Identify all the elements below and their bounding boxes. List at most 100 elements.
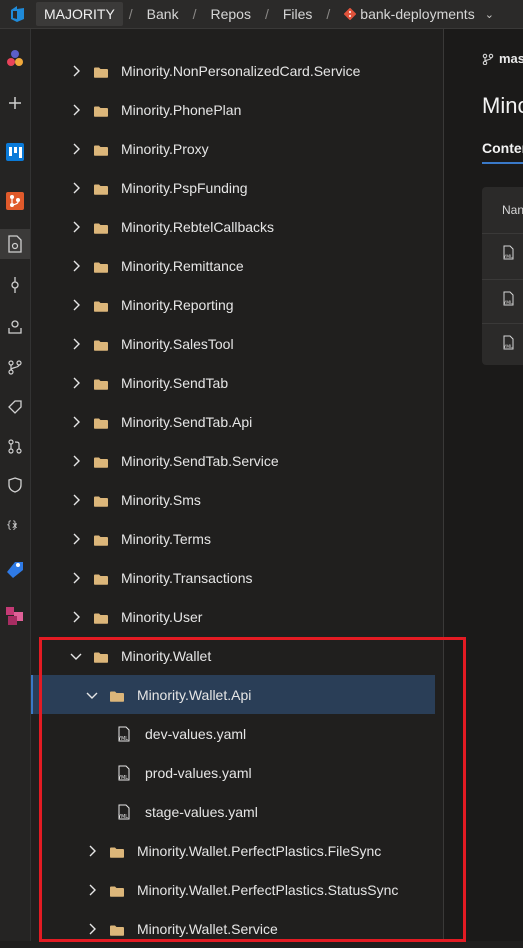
tree-folder-item[interactable]: Minority.NonPersonalizedCard.Service (31, 51, 435, 90)
azure-devops-logo-icon[interactable] (0, 0, 36, 28)
tab-underline (482, 162, 523, 164)
pipelines-icon[interactable] (0, 553, 30, 583)
repos-icon[interactable] (0, 186, 30, 216)
breadcrumb-organization[interactable]: MAJORITY (36, 2, 123, 26)
folder-icon (94, 611, 108, 624)
tree-folder-item[interactable]: Minority.Wallet (31, 636, 435, 675)
tree-folder-item[interactable]: Minority.Wallet.Service (31, 909, 435, 948)
tree-item-label: Minority.Wallet (121, 647, 212, 664)
tree-item-label: Minority.PspFunding (121, 179, 248, 196)
pull-requests-icon[interactable] (0, 431, 30, 461)
folder-icon (110, 884, 124, 897)
svg-text:YML: YML (117, 814, 128, 820)
yaml-file-icon: YML (503, 291, 514, 306)
chevron-right-icon[interactable] (69, 572, 83, 584)
page-title: Minc (482, 93, 523, 118)
tree-folder-item[interactable]: Minority.Sms (31, 480, 435, 519)
tree-item-label: Minority.Transactions (121, 569, 253, 586)
repo-selector[interactable]: bank-deployments ⌄ (336, 6, 502, 22)
chevron-right-icon[interactable] (69, 299, 83, 311)
project-avatar-icon[interactable] (0, 43, 30, 73)
folder-icon (94, 104, 108, 117)
yaml-file-icon: YML (503, 245, 514, 260)
tree-folder-item[interactable]: Minority.Wallet.Api (31, 675, 435, 714)
pushes-icon[interactable] (0, 311, 30, 341)
chevron-right-icon[interactable] (69, 611, 83, 623)
tree-file-item[interactable]: YML dev-values.yaml (31, 714, 435, 753)
tree-item-label: Minority.Wallet.Api (137, 686, 252, 703)
chevron-right-icon[interactable] (69, 494, 83, 506)
tree-item-label: Minority.Wallet.PerfectPlastics.StatusSy… (137, 881, 399, 898)
branches-icon[interactable] (0, 352, 30, 382)
artifacts-icon[interactable] (0, 601, 30, 631)
files-icon[interactable] (0, 229, 30, 259)
table-row[interactable]: YML (482, 279, 523, 318)
chevron-right-icon[interactable] (69, 143, 83, 155)
top-bar: MAJORITY / Bank / Repos / Files / bank-d… (0, 0, 523, 29)
tree-folder-item[interactable]: Minority.Terms (31, 519, 435, 558)
chevron-right-icon[interactable] (69, 65, 83, 77)
tree-folder-item[interactable]: Minority.PspFunding (31, 168, 435, 207)
repo-name: bank-deployments (360, 6, 475, 22)
tree-item-label: Minority.SendTab.Service (121, 452, 279, 469)
breadcrumb-page[interactable]: Files (275, 6, 321, 22)
tree-item-label: dev-values.yaml (145, 725, 247, 742)
tree-file-item[interactable]: YML prod-values.yaml (31, 753, 435, 792)
tree-folder-item[interactable]: Minority.PhonePlan (31, 90, 435, 129)
tree-file-item[interactable]: YML stage-values.yaml (31, 792, 435, 831)
branch-name: mas (499, 51, 523, 66)
folder-icon (94, 182, 108, 195)
folder-icon (94, 650, 108, 663)
tab-contents[interactable]: Conter (482, 140, 523, 156)
chevron-right-icon[interactable] (69, 221, 83, 233)
chevron-right-icon[interactable] (69, 377, 83, 389)
chevron-right-icon[interactable] (69, 260, 83, 272)
tree-folder-item[interactable]: Minority.User (31, 597, 435, 636)
branch-icon (482, 53, 494, 65)
chevron-right-icon[interactable] (69, 455, 83, 467)
add-icon[interactable] (0, 88, 30, 118)
folder-icon (94, 494, 108, 507)
breadcrumb-section[interactable]: Repos (202, 6, 258, 22)
tree-folder-item[interactable]: Minority.SendTab.Api (31, 402, 435, 441)
chevron-down-icon[interactable] (85, 690, 99, 700)
tree-folder-item[interactable]: Minority.SalesTool (31, 324, 435, 363)
tree-folder-item[interactable]: Minority.Reporting (31, 285, 435, 324)
tree-folder-item[interactable]: Minority.Transactions (31, 558, 435, 597)
table-row[interactable]: YML (482, 323, 523, 362)
tree-folder-item[interactable]: Minority.Wallet.PerfectPlastics.FileSync (31, 831, 435, 870)
folder-icon (94, 65, 108, 78)
folder-icon (110, 689, 124, 702)
chevron-right-icon[interactable] (69, 104, 83, 116)
tree-item-label: Minority.Wallet.PerfectPlastics.FileSync (137, 842, 382, 859)
chevron-down-icon[interactable] (69, 651, 83, 661)
chevron-right-icon[interactable] (85, 923, 99, 935)
tree-folder-item[interactable]: Minority.SendTab.Service (31, 441, 435, 480)
tree-item-label: Minority.PhonePlan (121, 101, 242, 118)
chevron-right-icon[interactable] (85, 845, 99, 857)
file-content-panel: mas Minc Conter Nan YML YML YML (444, 29, 523, 941)
table-row[interactable]: YML (482, 233, 523, 272)
tree-folder-item[interactable]: Minority.SendTab (31, 363, 435, 402)
commits-icon[interactable] (0, 270, 30, 300)
table-header-name[interactable]: Nan (502, 203, 523, 217)
tree-folder-item[interactable]: Minority.Wallet.PerfectPlastics.StatusSy… (31, 870, 435, 909)
tree-item-label: Minority.Wallet.Service (137, 920, 278, 937)
chevron-right-icon[interactable] (69, 182, 83, 194)
branch-selector[interactable]: mas (482, 51, 523, 66)
breadcrumb-separator: / (264, 6, 269, 22)
breadcrumb-project[interactable]: Bank (139, 6, 187, 22)
svg-text:YML: YML (117, 775, 128, 781)
tree-item-label: prod-values.yaml (145, 764, 252, 781)
tags-icon[interactable] (0, 392, 30, 422)
chevron-right-icon[interactable] (69, 416, 83, 428)
chevron-right-icon[interactable] (69, 338, 83, 350)
tree-folder-item[interactable]: Minority.Remittance (31, 246, 435, 285)
advanced-security-icon[interactable] (0, 470, 30, 500)
tree-folder-item[interactable]: Minority.RebtelCallbacks (31, 207, 435, 246)
variables-icon[interactable]: {} x (0, 509, 30, 539)
tree-folder-item[interactable]: Minority.Proxy (31, 129, 435, 168)
chevron-right-icon[interactable] (69, 533, 83, 545)
chevron-right-icon[interactable] (85, 884, 99, 896)
boards-icon[interactable] (0, 137, 30, 167)
